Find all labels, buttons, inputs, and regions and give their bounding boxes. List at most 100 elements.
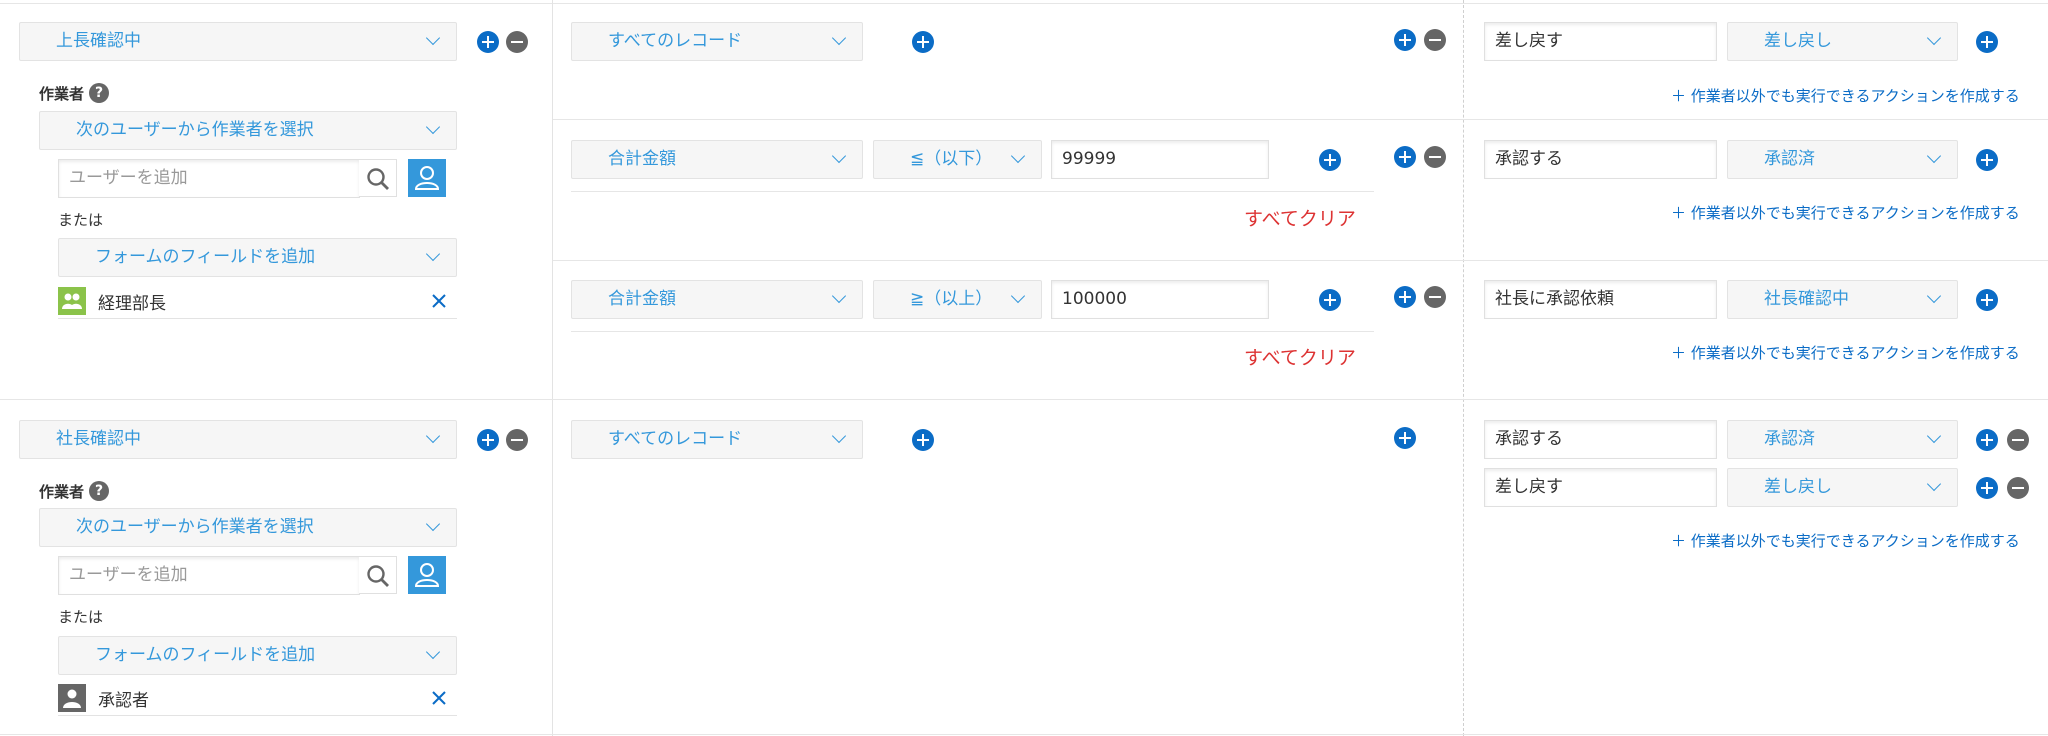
create-action-link-1[interactable]: ＋ 作業者以外でも実行できるアクションを作成する bbox=[1671, 85, 2020, 106]
add-branch-button-2[interactable] bbox=[1394, 146, 1416, 168]
close-icon[interactable] bbox=[429, 688, 449, 708]
chevron-down-icon bbox=[425, 30, 441, 46]
form-field-select-1-label: フォームのフィールドを追加 bbox=[95, 247, 316, 267]
condition-select-4-label: すべてのレコード bbox=[608, 429, 743, 449]
organization-icon bbox=[58, 287, 86, 315]
chevron-down-icon bbox=[425, 246, 441, 262]
chevron-down-icon bbox=[831, 288, 847, 304]
help-icon[interactable]: ? bbox=[89, 481, 109, 501]
remove-branch-button-1[interactable] bbox=[1424, 29, 1446, 51]
create-action-link-3[interactable]: ＋ 作業者以外でも実行できるアクションを作成する bbox=[1671, 342, 2020, 363]
chevron-down-icon bbox=[1926, 428, 1942, 444]
operator-entry-1: 経理部長 bbox=[58, 285, 457, 319]
operator-user-select-1-label: 次のユーザーから作業者を選択 bbox=[76, 120, 314, 140]
column-divider-1 bbox=[552, 0, 553, 736]
operator-entry-2: 承認者 bbox=[58, 682, 457, 716]
bottom-border bbox=[0, 734, 2048, 735]
chevron-down-icon bbox=[831, 30, 847, 46]
operator-user-select-1[interactable]: 次のユーザーから作業者を選択 bbox=[39, 111, 457, 150]
search-button-2[interactable] bbox=[359, 556, 397, 594]
add-action-button-1[interactable] bbox=[1976, 31, 1998, 53]
action-name-input-4[interactable]: 承認する bbox=[1484, 420, 1717, 459]
status-select-1[interactable]: 上長確認中 bbox=[19, 22, 457, 61]
user-picker-button-2[interactable] bbox=[408, 556, 446, 594]
condition-value-input-2[interactable]: 99999 bbox=[1051, 140, 1269, 179]
condition-operator-select-2[interactable]: ≦（以下） bbox=[873, 140, 1042, 179]
condition-select-1[interactable]: すべてのレコード bbox=[571, 22, 863, 61]
or-label-1: または bbox=[58, 211, 104, 229]
condition-operator-select-3-label: ≧（以上） bbox=[910, 289, 993, 309]
condition-field-select-3[interactable]: 合計金額 bbox=[571, 280, 863, 319]
condition-select-1-label: すべてのレコード bbox=[608, 31, 743, 51]
remove-status-button-1[interactable] bbox=[506, 31, 528, 53]
form-field-select-1[interactable]: フォームのフィールドを追加 bbox=[58, 238, 457, 277]
search-icon bbox=[367, 565, 389, 587]
status-select-2[interactable]: 社長確認中 bbox=[19, 420, 457, 459]
add-status-button-1[interactable] bbox=[477, 31, 499, 53]
search-icon bbox=[367, 168, 389, 190]
add-branch-button-3[interactable] bbox=[1394, 286, 1416, 308]
add-status-button-2[interactable] bbox=[477, 429, 499, 451]
operator-label-2: 作業者 bbox=[39, 483, 85, 501]
add-action-button-4[interactable] bbox=[1976, 429, 1998, 451]
add-condition-button-3[interactable] bbox=[1319, 289, 1341, 311]
next-status-select-3-label: 社長確認中 bbox=[1764, 289, 1849, 309]
help-icon[interactable]: ? bbox=[89, 83, 109, 103]
action-name-input-1[interactable]: 差し戻す bbox=[1484, 22, 1717, 61]
close-icon[interactable] bbox=[429, 291, 449, 311]
condition-separator-2 bbox=[571, 191, 1374, 192]
operator-entry-name-2: 承認者 bbox=[98, 691, 149, 711]
next-status-select-1[interactable]: 差し戻し bbox=[1727, 22, 1958, 61]
condition-select-4[interactable]: すべてのレコード bbox=[571, 420, 863, 459]
status-select-1-label: 上長確認中 bbox=[56, 31, 141, 51]
condition-value-input-3[interactable]: 100000 bbox=[1051, 280, 1269, 319]
add-branch-button-4[interactable] bbox=[1394, 427, 1416, 449]
condition-field-select-2-label: 合計金額 bbox=[608, 149, 676, 169]
next-status-select-5[interactable]: 差し戻し bbox=[1727, 468, 1958, 507]
chevron-down-icon bbox=[831, 148, 847, 164]
top-border bbox=[0, 3, 2048, 4]
next-status-select-3[interactable]: 社長確認中 bbox=[1727, 280, 1958, 319]
chevron-down-icon bbox=[1010, 148, 1026, 164]
column-divider-2 bbox=[1463, 0, 1464, 736]
condition-field-select-2[interactable]: 合計金額 bbox=[571, 140, 863, 179]
add-condition-button-4[interactable] bbox=[912, 429, 934, 451]
chevron-down-icon bbox=[1926, 288, 1942, 304]
add-action-button-2[interactable] bbox=[1976, 149, 1998, 171]
person-icon bbox=[58, 684, 86, 712]
add-branch-button-1[interactable] bbox=[1394, 29, 1416, 51]
chevron-down-icon bbox=[1926, 148, 1942, 164]
action-name-input-5[interactable]: 差し戻す bbox=[1484, 468, 1717, 507]
create-action-link-2[interactable]: ＋ 作業者以外でも実行できるアクションを作成する bbox=[1671, 202, 2020, 223]
operator-entry-name-1: 経理部長 bbox=[98, 294, 166, 314]
search-button-1[interactable] bbox=[359, 159, 397, 197]
action-name-input-3[interactable]: 社長に承認依頼 bbox=[1484, 280, 1717, 319]
next-status-select-2[interactable]: 承認済 bbox=[1727, 140, 1958, 179]
add-condition-button-1[interactable] bbox=[912, 31, 934, 53]
chevron-down-icon bbox=[831, 428, 847, 444]
remove-action-button-5[interactable] bbox=[2007, 477, 2029, 499]
operator-user-select-2[interactable]: 次のユーザーから作業者を選択 bbox=[39, 508, 457, 547]
create-action-link-4[interactable]: ＋ 作業者以外でも実行できるアクションを作成する bbox=[1671, 530, 2020, 551]
user-search-input-2[interactable]: ユーザーを追加 bbox=[58, 556, 360, 595]
user-search-input-1[interactable]: ユーザーを追加 bbox=[58, 159, 360, 198]
add-action-button-3[interactable] bbox=[1976, 289, 1998, 311]
remove-status-button-2[interactable] bbox=[506, 429, 528, 451]
add-action-button-5[interactable] bbox=[1976, 477, 1998, 499]
clear-all-link-3[interactable]: すべてクリア bbox=[1244, 343, 1356, 370]
next-status-select-4[interactable]: 承認済 bbox=[1727, 420, 1958, 459]
user-picker-button-1[interactable] bbox=[408, 159, 446, 197]
remove-branch-button-3[interactable] bbox=[1424, 286, 1446, 308]
remove-branch-button-2[interactable] bbox=[1424, 146, 1446, 168]
clear-all-link-2[interactable]: すべてクリア bbox=[1244, 204, 1356, 231]
chevron-down-icon bbox=[425, 428, 441, 444]
user-icon bbox=[414, 166, 440, 190]
form-field-select-2[interactable]: フォームのフィールドを追加 bbox=[58, 636, 457, 675]
remove-action-button-4[interactable] bbox=[2007, 429, 2029, 451]
chevron-down-icon bbox=[1926, 30, 1942, 46]
next-status-select-1-label: 差し戻し bbox=[1764, 31, 1832, 51]
chevron-down-icon bbox=[425, 644, 441, 660]
action-name-input-2[interactable]: 承認する bbox=[1484, 140, 1717, 179]
add-condition-button-2[interactable] bbox=[1319, 149, 1341, 171]
condition-operator-select-3[interactable]: ≧（以上） bbox=[873, 280, 1042, 319]
